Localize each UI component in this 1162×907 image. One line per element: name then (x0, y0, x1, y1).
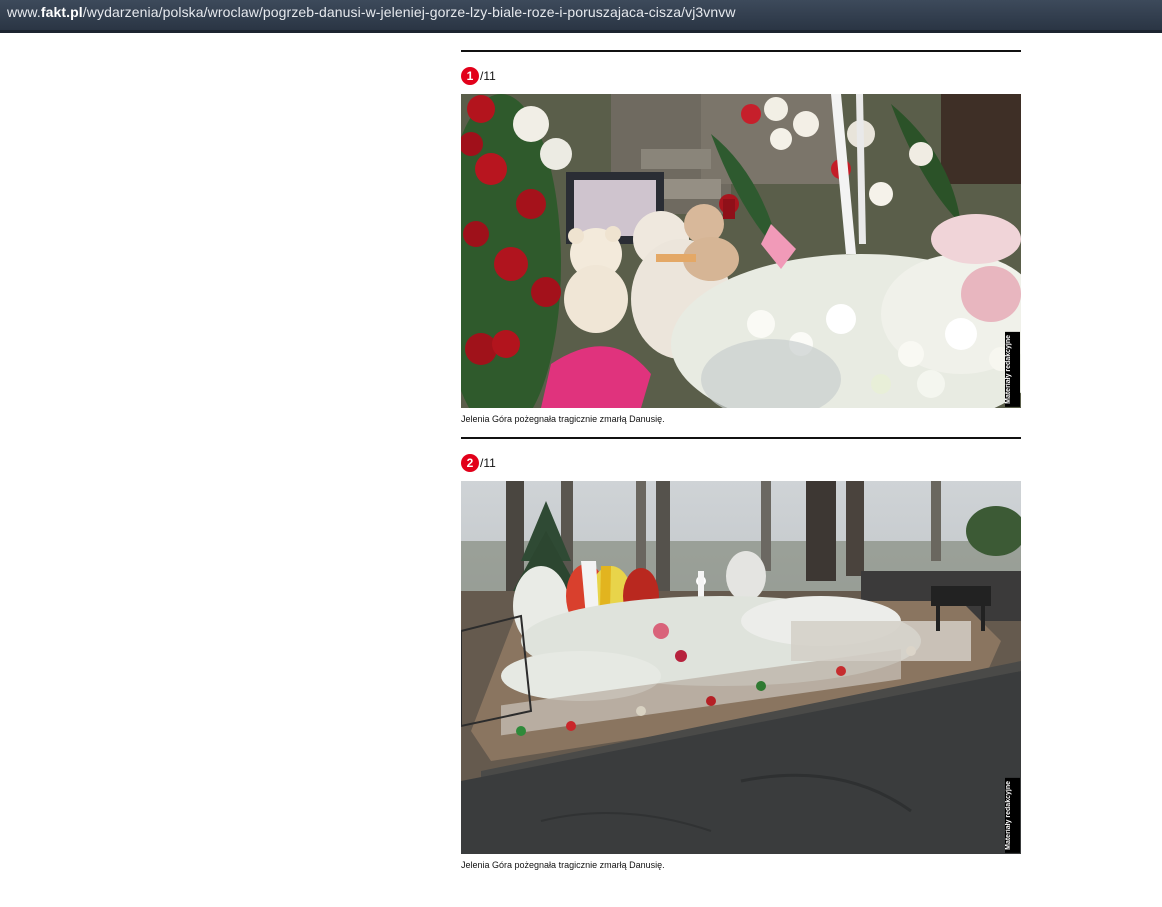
photo-credit: Materiały redakcyjne (1005, 332, 1020, 407)
slide-total: /11 (480, 69, 496, 83)
url-text[interactable]: www.fakt.pl/wydarzenia/polska/wroclaw/po… (7, 4, 736, 20)
url-domain: fakt.pl (40, 4, 83, 20)
url-path: /wydarzenia/polska/wroclaw/pogrzeb-danus… (82, 4, 736, 20)
slide-divider (461, 437, 1021, 439)
photo-caption: Jelenia Góra pożegnała tragicznie zmarłą… (461, 414, 665, 424)
gallery-slide-2: 2 /11 Materiały redakcyjne Jelenia Góra … (461, 437, 1021, 873)
slide-number-badge: 1 (461, 67, 479, 85)
gallery-photo-cemetery-grave[interactable]: Materiały redakcyjne (461, 481, 1021, 854)
photo-caption: Jelenia Góra pożegnała tragicznie zmarłą… (461, 860, 665, 870)
photo-illustration (461, 94, 1021, 408)
slide-divider (461, 50, 1021, 52)
slide-total: /11 (480, 456, 496, 470)
photo-gallery: 1 /11 Materiały redakcyjne Jelenia Góra … (461, 50, 1021, 873)
photo-credit: Materiały redakcyjne (1005, 778, 1020, 853)
photo-illustration (461, 481, 1021, 854)
url-prefix: www. (7, 4, 41, 20)
slide-counter: 1 /11 (461, 66, 1021, 86)
slide-counter: 2 /11 (461, 453, 1021, 473)
gallery-slide-1: 1 /11 Materiały redakcyjne Jelenia Góra … (461, 50, 1021, 427)
browser-address-bar[interactable]: www.fakt.pl/wydarzenia/polska/wroclaw/po… (0, 0, 1162, 33)
slide-number-badge: 2 (461, 454, 479, 472)
gallery-photo-flowers-teddy-bears[interactable]: Materiały redakcyjne (461, 94, 1021, 408)
